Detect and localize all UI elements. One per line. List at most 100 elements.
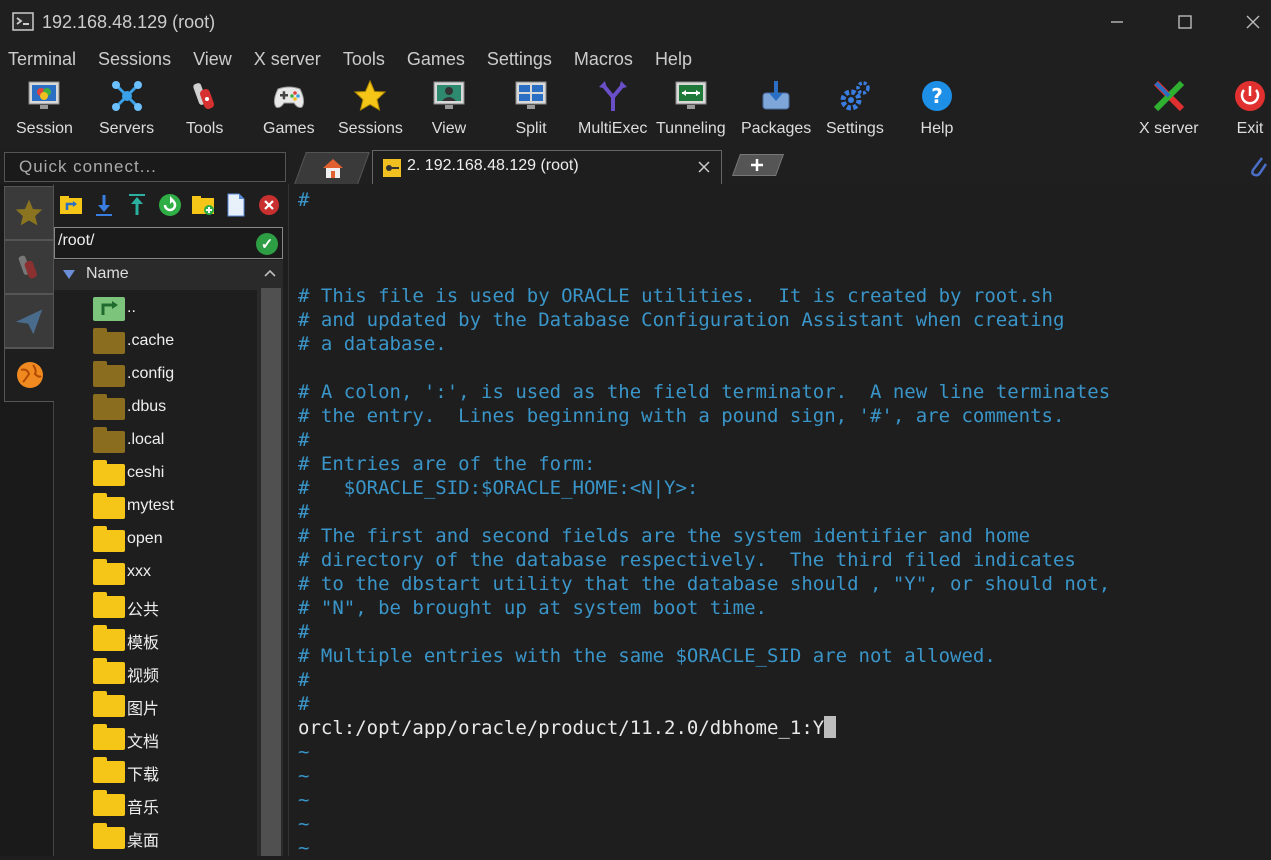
checkmark-icon[interactable]: ✓ xyxy=(256,233,278,255)
list-item[interactable]: 图片 xyxy=(54,688,257,721)
list-item[interactable]: 音乐 xyxy=(54,787,257,820)
settings-label: Settings xyxy=(826,120,884,137)
list-item[interactable]: 文档 xyxy=(54,721,257,754)
menu-terminal[interactable]: Terminal xyxy=(8,49,76,70)
main-toolbar: Session Servers Tools Games Sessions Vie… xyxy=(0,74,1271,148)
path-input[interactable]: /root/ ✓ xyxy=(54,227,283,259)
list-item[interactable]: 桌面 xyxy=(54,820,257,853)
x-server-button[interactable]: X server xyxy=(1139,74,1199,148)
split-label: Split xyxy=(515,120,547,137)
tunnel-icon xyxy=(673,78,709,114)
folder-icon xyxy=(93,394,125,420)
split-button[interactable]: Split xyxy=(513,74,549,148)
menu-macros[interactable]: Macros xyxy=(574,49,633,70)
list-item[interactable]: ceshi xyxy=(54,457,257,490)
sessions-button[interactable]: Sessions xyxy=(338,74,403,148)
file-name: mytest xyxy=(127,497,175,514)
packages-button[interactable]: Packages xyxy=(741,74,811,148)
terminal-line-text: # xyxy=(298,669,310,691)
folder-icon xyxy=(93,823,125,849)
exit-button[interactable]: Exit xyxy=(1232,74,1268,148)
list-item[interactable]: .. xyxy=(54,292,257,325)
list-item[interactable]: 下载 xyxy=(54,754,257,787)
multiexec-button[interactable]: MultiExec xyxy=(578,74,647,148)
tab-session-192-168-48-129[interactable]: 2. 192.168.48.129 (root) xyxy=(372,150,722,184)
list-item[interactable]: open xyxy=(54,523,257,556)
menu-games[interactable]: Games xyxy=(407,49,465,70)
terminal-line-text: # xyxy=(298,621,310,643)
svg-text:?: ? xyxy=(931,84,943,108)
list-item[interactable]: .dbus xyxy=(54,391,257,424)
file-name: 文档 xyxy=(127,734,160,751)
delete-icon[interactable] xyxy=(256,192,282,218)
menu-tools[interactable]: Tools xyxy=(343,49,385,70)
sidebar-tab-sessions[interactable] xyxy=(4,186,54,240)
session-button[interactable]: Session xyxy=(16,74,73,148)
list-item[interactable]: mytest xyxy=(54,490,257,523)
servers-button[interactable]: Servers xyxy=(99,74,154,148)
terminal-line: ~ xyxy=(298,836,309,860)
tools-button[interactable]: Tools xyxy=(186,74,223,148)
quick-connect-input[interactable]: Quick connect... xyxy=(4,152,286,182)
file-name: 图片 xyxy=(127,701,160,718)
column-header-name[interactable]: Name xyxy=(54,260,257,290)
file-name: 桌面 xyxy=(127,833,160,850)
star-icon xyxy=(15,199,43,226)
file-name: ceshi xyxy=(127,464,165,481)
list-item[interactable]: 模板 xyxy=(54,622,257,655)
menu-settings[interactable]: Settings xyxy=(487,49,552,70)
file-name: 下载 xyxy=(127,767,160,784)
terminal-line-text: # xyxy=(298,693,310,715)
sidebar-tab-sftp[interactable] xyxy=(4,348,54,402)
terminal-line-text: # directory of the database respectively… xyxy=(298,549,1076,571)
upload-icon[interactable] xyxy=(124,192,150,218)
parent-folder-icon[interactable] xyxy=(58,192,84,218)
attachment-icon[interactable] xyxy=(1248,154,1268,183)
new-folder-icon[interactable] xyxy=(190,192,216,218)
sidebar-tab-tools[interactable] xyxy=(4,240,54,294)
list-item[interactable]: xxx xyxy=(54,556,257,589)
close-window-button[interactable] xyxy=(1230,0,1271,44)
x-server-label: X server xyxy=(1139,120,1199,137)
session-label: Session xyxy=(16,120,73,137)
scrollbar-thumb[interactable] xyxy=(261,288,281,856)
terminal-line: ~ xyxy=(298,764,309,788)
tunneling-button[interactable]: Tunneling xyxy=(656,74,726,148)
download-icon[interactable] xyxy=(91,192,117,218)
terminal-view[interactable]: # # This file is used by ORACLE utilities… xyxy=(288,184,1271,859)
folder-icon xyxy=(93,493,125,519)
gamepad-icon xyxy=(271,78,307,114)
file-list: .. .cache .config .dbus .local ceshi mytest ope… xyxy=(54,292,257,853)
sidebar-tab-macros[interactable] xyxy=(4,294,54,348)
settings-button[interactable]: Settings xyxy=(826,74,884,148)
view-button[interactable]: View xyxy=(431,74,467,148)
terminal-line-text: # A colon, ':', is used as the field ter… xyxy=(298,381,1111,403)
globe-sftp-icon xyxy=(16,362,43,388)
file-name: .cache xyxy=(127,332,175,349)
list-item[interactable]: .config xyxy=(54,358,257,391)
terminal-line-text: # xyxy=(298,501,310,523)
path-value: /root/ xyxy=(58,232,95,249)
refresh-icon[interactable] xyxy=(157,192,183,218)
terminal-line-text: # $ORACLE_SID:$ORACLE_HOME:<N|Y>: xyxy=(298,477,699,499)
menu-view[interactable]: View xyxy=(193,49,232,70)
list-item[interactable]: 公共 xyxy=(54,589,257,622)
list-item[interactable]: .cache xyxy=(54,325,257,358)
scroll-up-icon[interactable] xyxy=(257,260,283,286)
package-download-icon xyxy=(758,78,794,114)
swiss-knife-icon xyxy=(187,78,223,114)
folder-icon xyxy=(93,625,125,651)
folder-icon xyxy=(93,757,125,783)
vertical-scrollbar[interactable] xyxy=(257,260,283,856)
help-button[interactable]: ? Help xyxy=(919,74,955,148)
close-tab-icon[interactable] xyxy=(697,160,711,179)
minimize-button[interactable] xyxy=(1094,0,1140,44)
list-item[interactable]: .local xyxy=(54,424,257,457)
list-item[interactable]: 视频 xyxy=(54,655,257,688)
maximize-button[interactable] xyxy=(1162,0,1208,44)
menu-sessions[interactable]: Sessions xyxy=(98,49,171,70)
games-button[interactable]: Games xyxy=(263,74,315,148)
menu-x-server[interactable]: X server xyxy=(254,49,321,70)
menu-help[interactable]: Help xyxy=(655,49,692,70)
new-file-icon[interactable] xyxy=(223,192,249,218)
